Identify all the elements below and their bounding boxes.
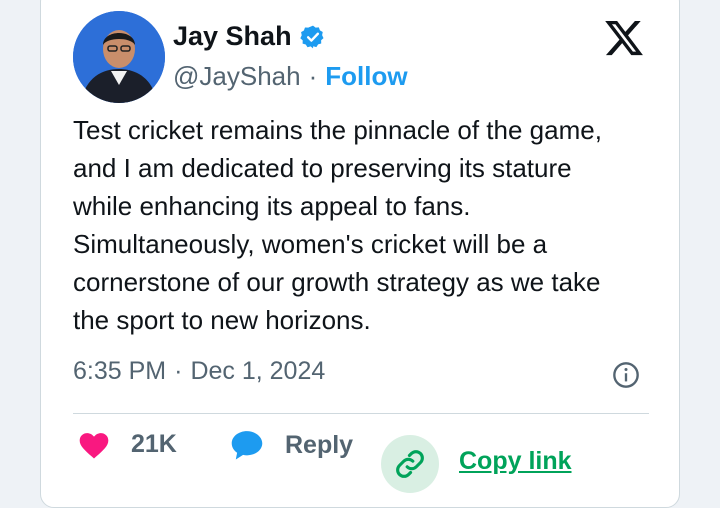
author-row: Jay Shah (173, 21, 326, 52)
reply-bubble-icon (231, 431, 263, 460)
link-icon (396, 450, 424, 478)
tweet-text-line: while enhancing its appeal to fans. (73, 191, 471, 221)
like-button[interactable]: 21K (77, 429, 177, 459)
tweet-text-line: and I am dedicated to preserving its sta… (73, 153, 572, 183)
follow-link[interactable]: Follow (325, 61, 407, 92)
divider (73, 413, 649, 414)
action-bar: 21K Reply Copy link (77, 429, 637, 493)
handle-separator: · (308, 61, 318, 91)
tweet-date: Dec 1, 2024 (190, 357, 326, 385)
tweet-text-line: cornerstone of our growth strategy as we… (73, 267, 601, 297)
timestamp-row[interactable]: 6:35 PM · Dec 1, 2024 (73, 357, 325, 386)
copy-link-label: Copy link (459, 446, 572, 475)
copy-link-icon-bg (381, 435, 439, 493)
handle-row: @JayShah · Follow (173, 61, 408, 92)
tweet-time: 6:35 PM (73, 357, 167, 385)
author-handle[interactable]: @JayShah (173, 61, 301, 92)
tweet-text: Test cricket remains the pinnacle of the… (73, 111, 663, 339)
heart-icon (79, 433, 109, 459)
tweet-text-line: the sport to new horizons. (73, 305, 371, 335)
tweet-text-line: Simultaneously, women's cricket will be … (73, 229, 548, 259)
tweet-text-line: Test cricket remains the pinnacle of the… (73, 115, 602, 145)
x-logo-icon[interactable] (603, 17, 645, 59)
author-name[interactable]: Jay Shah (173, 21, 292, 52)
timestamp-separator: · (174, 357, 183, 385)
info-icon[interactable] (612, 361, 640, 389)
like-count: 21K (131, 429, 177, 458)
avatar[interactable] (73, 11, 165, 103)
reply-button[interactable]: Reply (229, 429, 353, 461)
copy-link-button[interactable]: Copy link (381, 429, 572, 493)
tweet-card: Jay Shah @JayShah · Follow Test cricket … (40, 0, 680, 508)
verified-badge-icon (299, 25, 324, 48)
reply-label: Reply (285, 430, 354, 459)
